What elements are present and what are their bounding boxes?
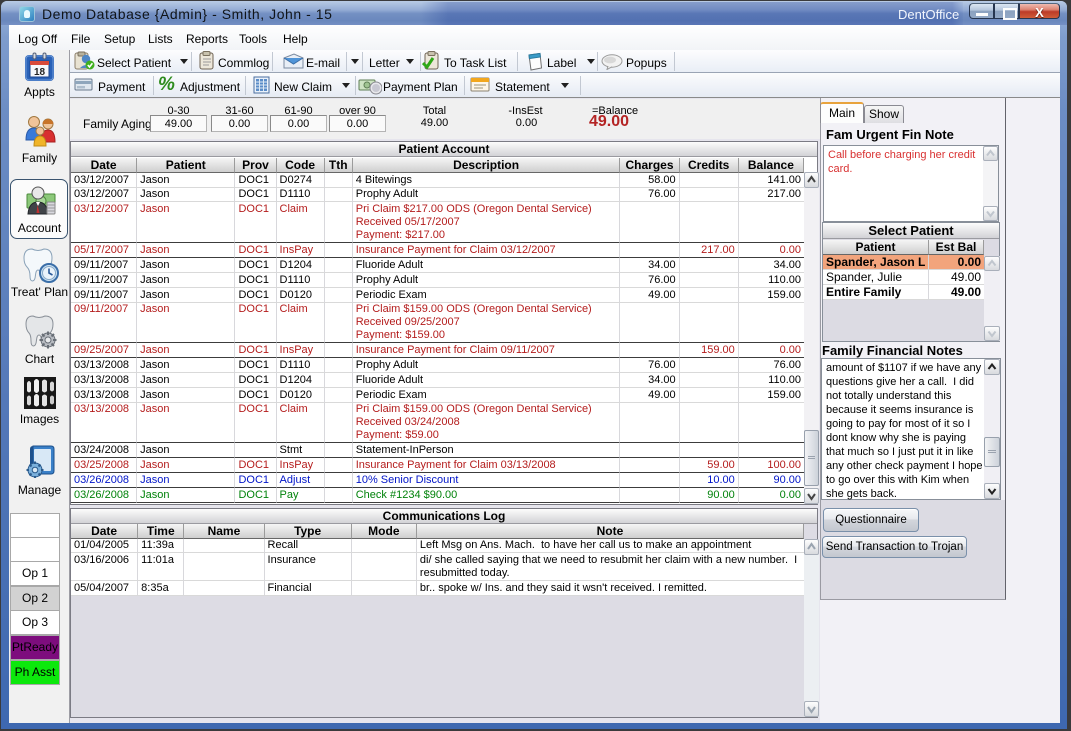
svg-text:18: 18 (34, 67, 46, 78)
